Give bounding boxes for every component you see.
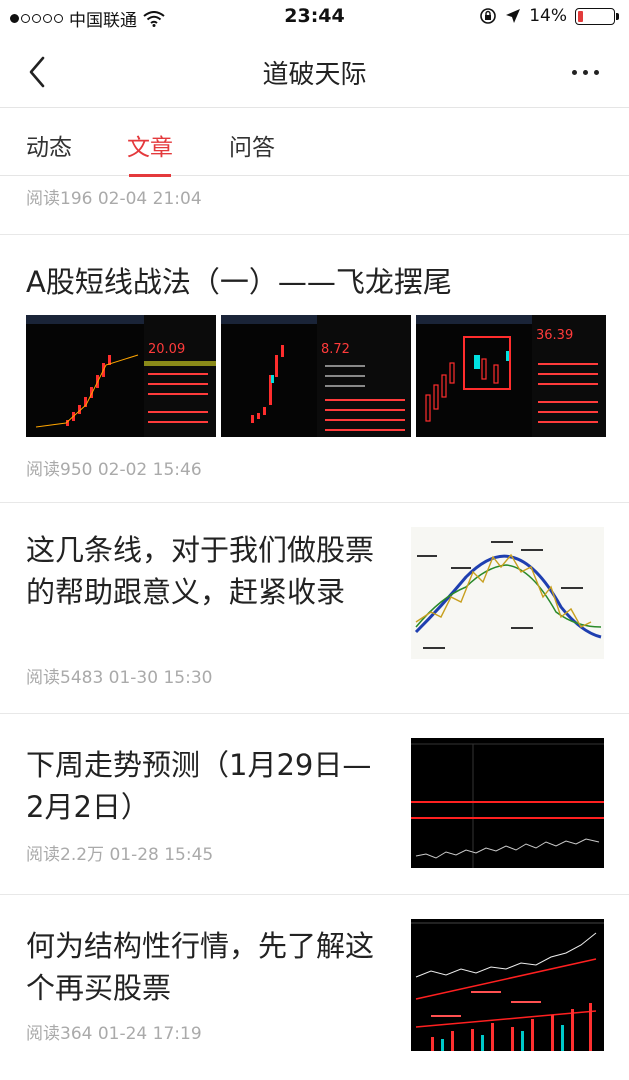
article-thumbnail — [411, 738, 604, 868]
list-item[interactable]: A股短线战法（一）——飞龙摆尾 20.09 8.72 36.39 阅读950 0… — [0, 235, 629, 502]
article-meta: 阅读196 02-04 21:04 — [26, 189, 202, 209]
tab-qa[interactable]: 问答 — [229, 128, 275, 176]
orientation-lock-icon — [480, 8, 497, 24]
article-thumbnail: 36.39 — [416, 315, 606, 437]
article-title: 何为结构性行情，先了解这个再买股票 — [26, 929, 375, 1005]
article-title: 下周走势预测（1月29日—2月2日） — [26, 748, 372, 824]
tab-activity[interactable]: 动态 — [26, 128, 72, 176]
list-item[interactable]: 这几条线，对于我们做股票的帮助跟意义，赶紧收录 阅读5483 01-30 15:… — [0, 503, 629, 713]
battery-icon — [575, 7, 619, 25]
article-meta: 阅读364 01-24 17:19 — [26, 1024, 202, 1044]
list-item[interactable]: 阅读196 02-04 21:04 — [0, 176, 629, 234]
thumb-price-b: 8.72 — [321, 342, 350, 357]
article-meta: 阅读950 02-02 15:46 — [26, 460, 202, 480]
article-title: 这几条线，对于我们做股票的帮助跟意义，赶紧收录 — [26, 533, 375, 609]
article-thumbnail: 8.72 — [221, 315, 411, 437]
article-thumbnail — [411, 527, 604, 659]
tab-bar: 动态 文章 问答 — [0, 108, 629, 177]
more-options-button[interactable] — [565, 58, 605, 86]
list-item[interactable]: 何为结构性行情，先了解这个再买股票 阅读364 01-24 17:19 — [0, 895, 629, 1080]
battery-percent: 14% — [529, 6, 567, 26]
article-meta: 阅读2.2万 01-28 15:45 — [26, 845, 214, 865]
thumb-price-a: 20.09 — [148, 342, 185, 357]
thumb-price-c: 36.39 — [536, 328, 573, 343]
status-right: 14% — [479, 6, 619, 26]
location-icon — [506, 9, 521, 23]
article-title: A股短线战法（一）——飞龙摆尾 — [26, 265, 452, 299]
list-item[interactable]: 下周走势预测（1月29日—2月2日） 阅读2.2万 01-28 15:45 — [0, 714, 629, 894]
nav-bar: 道破天际 — [0, 36, 629, 108]
article-meta: 阅读5483 01-30 15:30 — [26, 668, 213, 688]
article-thumbnail — [411, 919, 604, 1051]
status-bar: 中国联通 23:44 14% — [0, 0, 629, 36]
tab-articles[interactable]: 文章 — [127, 128, 173, 177]
page-title: 道破天际 — [262, 60, 367, 90]
article-thumbnail: 20.09 — [26, 315, 216, 437]
